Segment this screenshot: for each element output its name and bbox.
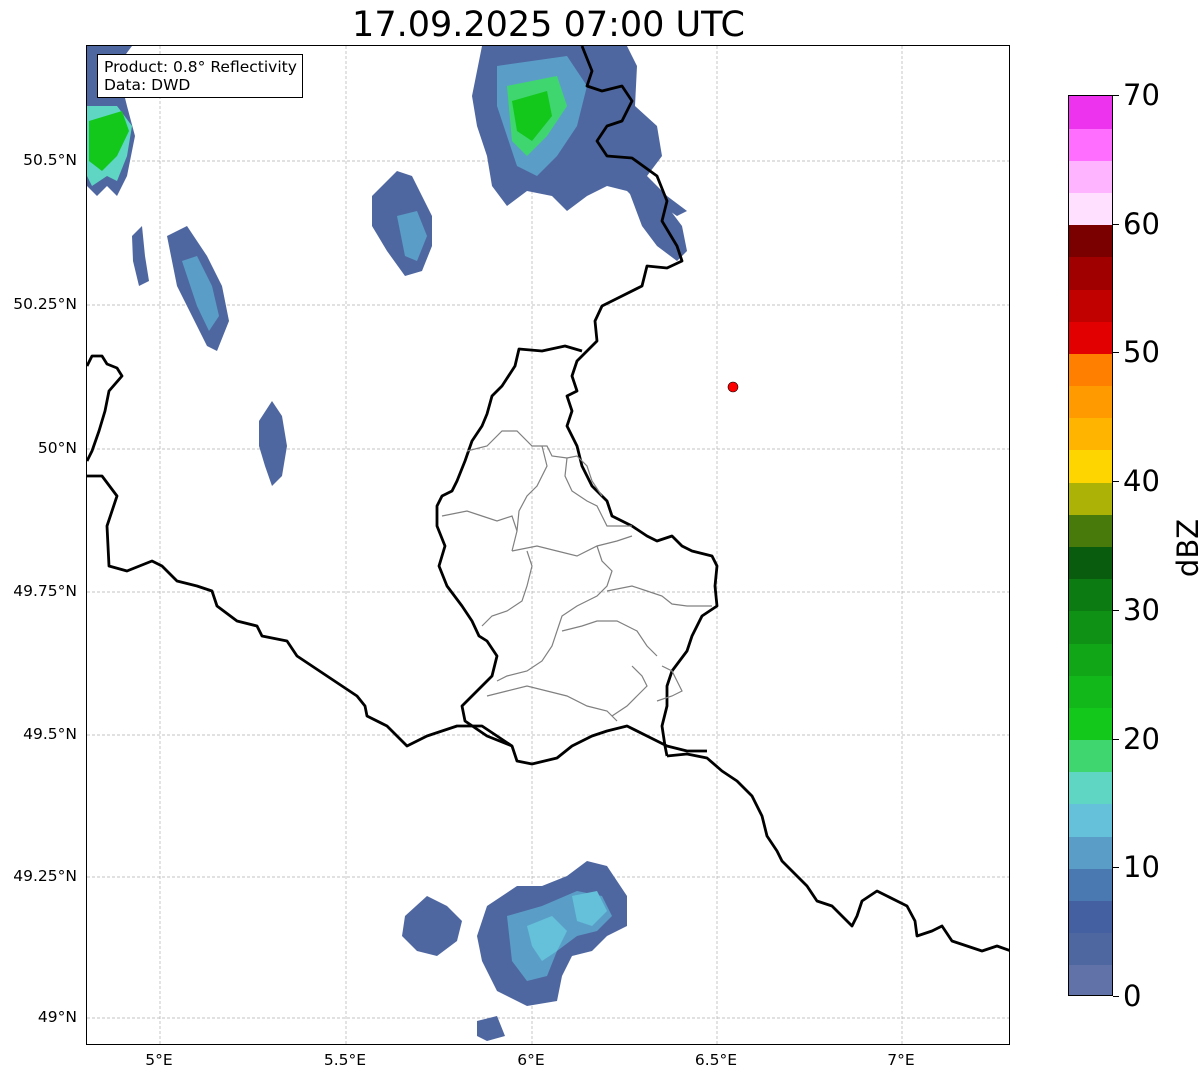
colorbar-segment xyxy=(1069,353,1112,387)
colorbar-segment xyxy=(1069,546,1112,580)
lon-label: 5°E xyxy=(145,1051,173,1069)
info-box: Product: 0.8° Reflectivity Data: DWD xyxy=(97,54,303,98)
colorbar xyxy=(1068,95,1113,996)
colorbar-segment xyxy=(1069,289,1112,322)
colorbar-tick-label: 60 xyxy=(1123,206,1160,241)
colorbar-tick xyxy=(1113,996,1119,997)
lon-label: 6.5°E xyxy=(694,1051,738,1069)
colorbar-tick xyxy=(1113,95,1119,96)
lat-label: 50°N xyxy=(37,439,77,457)
data-source-label: Data: DWD xyxy=(104,76,191,94)
colorbar-segment xyxy=(1069,707,1112,741)
radar-echoes xyxy=(87,46,687,1041)
colorbar-segment xyxy=(1069,803,1112,837)
colorbar-segment xyxy=(1069,192,1112,226)
colorbar-segment xyxy=(1069,482,1112,515)
colorbar-segment xyxy=(1069,868,1112,901)
colorbar-segment xyxy=(1069,514,1112,547)
colorbar-segment xyxy=(1069,128,1112,161)
colorbar-segment xyxy=(1069,224,1112,258)
lon-label: 5.5°E xyxy=(323,1051,367,1069)
colorbar-segment xyxy=(1069,385,1112,419)
colorbar-tick xyxy=(1113,223,1119,225)
colorbar-tick-label: 50 xyxy=(1123,335,1160,370)
colorbar-segment xyxy=(1069,932,1112,966)
colorbar-segment xyxy=(1069,964,1112,995)
colorbar-segment xyxy=(1069,610,1112,644)
lat-label: 49.25°N xyxy=(13,867,77,885)
colorbar-tick-label: 30 xyxy=(1123,592,1160,627)
colorbar-tick-label: 40 xyxy=(1123,464,1160,499)
colorbar-segment xyxy=(1069,771,1112,805)
colorbar-segment xyxy=(1069,578,1112,612)
lat-label: 49.5°N xyxy=(23,725,77,743)
colorbar-tick-label: 20 xyxy=(1123,721,1160,756)
colorbar-tick xyxy=(1113,352,1119,354)
colorbar-segment xyxy=(1069,643,1112,676)
colorbar-tick xyxy=(1113,738,1119,740)
colorbar-segment xyxy=(1069,900,1112,934)
colorbar-segment xyxy=(1069,256,1112,290)
luxembourg-cantons xyxy=(441,430,712,722)
colorbar-segment xyxy=(1069,739,1112,773)
colorbar-segment xyxy=(1069,836,1112,869)
lon-label: 7°E xyxy=(887,1051,915,1069)
lat-label: 49°N xyxy=(37,1008,77,1026)
radar-map[interactable] xyxy=(86,45,1010,1045)
colorbar-tick-label: 0 xyxy=(1123,979,1142,1013)
colorbar-segment xyxy=(1069,160,1112,194)
lat-label: 50.5°N xyxy=(23,151,77,169)
map-title: 17.09.2025 07:00 UTC xyxy=(352,5,745,45)
colorbar-tick xyxy=(1113,867,1119,869)
colorbar-tick xyxy=(1113,609,1119,611)
map-canvas xyxy=(87,46,1009,1044)
colorbar-tick-label: 70 xyxy=(1123,78,1160,112)
lat-label: 50.25°N xyxy=(13,295,77,313)
colorbar-tick xyxy=(1113,481,1119,483)
colorbar-tick-label: 10 xyxy=(1123,850,1160,885)
lon-label: 6°E xyxy=(517,1051,545,1069)
colorbar-segment xyxy=(1069,417,1112,451)
colorbar-segment xyxy=(1069,449,1112,483)
colorbar-segment xyxy=(1069,675,1112,708)
colorbar-segment xyxy=(1069,321,1112,354)
colorbar-title: dBZ xyxy=(1171,518,1202,578)
lat-label: 49.75°N xyxy=(13,582,77,600)
location-marker[interactable] xyxy=(727,381,739,393)
product-label: Product: 0.8° Reflectivity xyxy=(104,58,297,76)
colorbar-segment xyxy=(1069,96,1112,129)
